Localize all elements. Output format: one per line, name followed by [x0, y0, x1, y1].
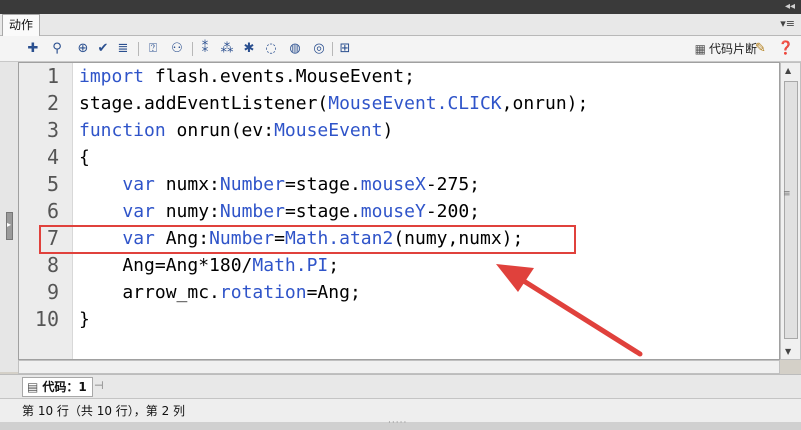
target-icon[interactable]: ⊕	[74, 40, 92, 58]
toolbar-separator	[138, 42, 139, 56]
code-type-token: Math.PI	[252, 255, 329, 276]
code-keyword: import	[79, 66, 145, 87]
tab-code-1[interactable]: ▤ 代码：1	[22, 377, 93, 397]
script-tabs-bar: ▤ 代码：1 ⊣	[0, 374, 801, 398]
code-token: ;	[328, 255, 340, 276]
code-token: {	[79, 147, 90, 168]
code-token: onrun(ev:	[165, 120, 275, 141]
code-line[interactable]: import flash.events.MouseEvent;	[79, 63, 415, 90]
check-syntax-icon[interactable]: ✔	[94, 40, 112, 58]
code-token: }	[79, 309, 90, 330]
code-line[interactable]: {	[79, 144, 90, 171]
code-keyword: var	[122, 201, 155, 222]
code-editor[interactable]: 1 2 3 4 5 6 7 8 9 10 import flash.events.MouseEve…	[18, 62, 780, 360]
code-keyword: var	[122, 174, 155, 195]
highlight-annotation-box	[39, 225, 576, 254]
line-number: 1	[46, 64, 59, 88]
line-number: 3	[46, 118, 59, 142]
code-line[interactable]: stage.addEventListener(MouseEvent.CLICK,…	[79, 90, 588, 117]
toolbar-separator	[332, 42, 333, 56]
auto-format-icon[interactable]: ≣	[114, 40, 132, 58]
code-token: flash.events.MouseEvent;	[144, 66, 415, 87]
code-type-token: mouseX	[360, 174, 426, 195]
code-keyword: function	[79, 120, 166, 141]
code-line[interactable]: var numx:Number=stage.mouseX-275;	[79, 171, 480, 198]
code-line[interactable]: }	[79, 306, 90, 333]
vertical-scrollbar[interactable]: ▲ ≡ ▼	[780, 62, 801, 360]
code-type-token: Number	[219, 201, 285, 222]
tab-actions[interactable]: 动作	[2, 14, 40, 36]
panel-title-bar: ◂◂	[0, 0, 801, 14]
add-statement-icon[interactable]: ✚	[24, 40, 42, 58]
left-collapse-handle[interactable]: ▸	[0, 62, 18, 372]
cursor-position-status: 第 10 行（共 10 行），第 2 列	[22, 404, 186, 418]
code-type-token: mouseY	[360, 201, 426, 222]
code-token: -275;	[425, 174, 481, 195]
scroll-grip-icon: ≡	[783, 189, 791, 199]
code-token: -200;	[425, 201, 481, 222]
code-token: stage.addEventListener(	[79, 93, 329, 114]
code-token: numy:	[154, 201, 220, 222]
line-number: 6	[46, 199, 59, 223]
scroll-thumb[interactable]	[784, 81, 798, 339]
line-number: 4	[46, 145, 59, 169]
code-type-token: MouseEvent.CLICK	[328, 93, 502, 114]
code-token: =stage.	[284, 174, 361, 195]
code-type-token: Number	[219, 174, 285, 195]
help-icon[interactable]: ❓	[777, 40, 795, 58]
code-snippets-icon: ▦	[694, 42, 706, 56]
code-snippets-label: 代码片断	[708, 42, 757, 56]
code-token: =Ang;	[306, 282, 361, 303]
line-number-gutter: 1 2 3 4 5 6 7 8 9 10	[19, 63, 73, 359]
apply-line-comment-icon[interactable]: ◍	[286, 40, 304, 58]
scroll-up-icon[interactable]: ▲	[785, 66, 791, 75]
code-token: ,onrun);	[501, 93, 589, 114]
panel-menu-icon[interactable]: ▾≡	[780, 17, 795, 30]
panel-tab-row: 动作 ▾≡	[0, 14, 801, 36]
debug-options-icon[interactable]: ⚇	[168, 40, 186, 58]
script-file-icon: ▤	[27, 380, 39, 394]
tab-code-1-label: 代码：1	[42, 380, 87, 394]
find-icon[interactable]: ⚲	[48, 40, 66, 58]
remove-comment-icon[interactable]: ◎	[310, 40, 328, 58]
line-number: 2	[46, 91, 59, 115]
code-type-token: MouseEvent	[274, 120, 383, 141]
scroll-down-icon[interactable]: ▼	[785, 347, 791, 356]
pin-script-icon[interactable]: ⊣	[94, 379, 104, 392]
collapse-panel-icon[interactable]: ◂◂	[785, 1, 795, 13]
line-number: 5	[46, 172, 59, 196]
show-hide-toolbox-icon[interactable]: ⊞	[336, 40, 354, 58]
code-token: numx:	[154, 174, 220, 195]
code-token: arrow_mc.	[79, 282, 220, 303]
code-type-token: rotation	[219, 282, 307, 303]
code-line[interactable]: function onrun(ev:MouseEvent)	[79, 117, 393, 144]
code-hint-icon[interactable]: ⍰	[144, 40, 162, 58]
code-snippets-button[interactable]: ▦ 代码片断	[695, 40, 757, 58]
code-line[interactable]: Ang=Ang*180/Math.PI;	[79, 252, 339, 279]
code-token: )	[382, 120, 394, 141]
horizontal-scrollbar[interactable]	[18, 360, 780, 374]
code-line[interactable]: var numy:Number=stage.mouseY-200;	[79, 198, 480, 225]
line-number: 9	[46, 280, 59, 304]
wand-icon[interactable]: ✎	[755, 40, 771, 58]
line-number: 10	[34, 307, 59, 331]
panel-resize-strip[interactable]: ·····	[0, 418, 801, 430]
line-number: 8	[46, 253, 59, 277]
code-token: =stage.	[284, 201, 361, 222]
collapse-selection-icon[interactable]: ⁂	[218, 40, 236, 58]
code-token: Ang=Ang*180/	[79, 255, 253, 276]
code-line[interactable]: arrow_mc.rotation=Ang;	[79, 279, 361, 306]
expand-all-icon[interactable]: ✱	[240, 40, 258, 58]
actions-toolbar: ✚ ⚲ ⊕ ✔ ≣ ⍰ ⚇ ⁑ ⁂ ✱ ◌ ◍ ◎ ⊞ ▦ 代码片断 ✎ ❓	[0, 36, 801, 62]
apply-block-comment-icon[interactable]: ◌	[262, 40, 280, 58]
resize-grip-icon: ·····	[388, 418, 408, 428]
toolbar-separator	[192, 42, 193, 56]
expand-arrow-icon: ▸	[7, 220, 12, 229]
collapse-braces-icon[interactable]: ⁑	[196, 40, 214, 58]
